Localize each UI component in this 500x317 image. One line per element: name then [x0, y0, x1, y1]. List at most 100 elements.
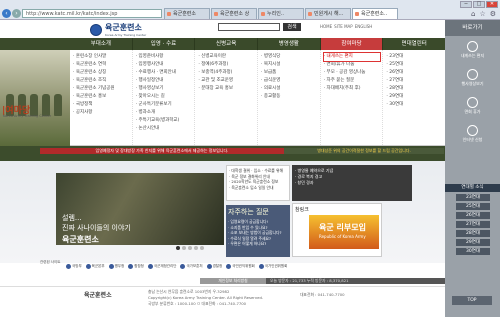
menu-item[interactable]: · 26연대	[386, 69, 443, 77]
menu-item[interactable]: · 병과소개	[136, 109, 193, 117]
menu-item[interactable]: · 병영식당	[261, 53, 318, 61]
quick-item-visit[interactable]: 면회 휴가	[445, 94, 500, 118]
menu-item[interactable]: · 행사영상보기	[136, 85, 193, 93]
regiment-link[interactable]: 29연대	[456, 239, 490, 247]
minimize-button[interactable]: ─	[460, 1, 472, 8]
maximize-button[interactable]: □	[473, 1, 485, 8]
menu-item[interactable]: · 면회/휴가 나눔	[324, 61, 381, 69]
menu-item[interactable]: · 부모 · 공감 영상나눔	[324, 69, 381, 77]
regiment-link[interactable]: 26연대	[456, 212, 490, 220]
forward-button[interactable]: ›	[12, 9, 21, 18]
related-site[interactable]: 국방부	[66, 263, 82, 269]
favorites-star-icon[interactable]: ☆	[479, 10, 485, 18]
menu-item[interactable]: · 분대장 교육 홍보	[198, 85, 255, 93]
menu-item[interactable]: · 자주 묻는 질문	[324, 77, 381, 85]
menu-item[interactable]: · 정예(6주과정)	[198, 61, 255, 69]
related-site[interactable]: 병무청	[108, 263, 124, 269]
menu-item[interactable]: · 보급품	[261, 69, 318, 77]
gnb-training[interactable]: 신병교육	[195, 38, 259, 50]
menu-item[interactable]: · 훈련소장 인사말	[73, 53, 130, 61]
menu-item[interactable]: · 입영행사안내	[136, 61, 193, 69]
menu-item[interactable]: · 찾아오시는 길	[136, 93, 193, 101]
tab-1[interactable]: 육군훈련소	[164, 8, 210, 19]
regiment-link[interactable]: 27연대	[456, 221, 490, 229]
menu-item[interactable]: · 보충역(4주과정)	[198, 69, 255, 77]
english-link[interactable]: ENGLISH	[355, 24, 373, 29]
tab-4[interactable]: 민원게시 해...	[305, 8, 351, 19]
gnb-regiment[interactable]: 면대열린터	[383, 38, 447, 50]
related-site[interactable]: 육군본부	[85, 263, 105, 269]
menu-item[interactable]: · 29연대	[386, 93, 443, 101]
menu-item[interactable]: · 급식운영	[261, 77, 318, 85]
site-logo[interactable]: 육군훈련소 Korea Army Training Center	[90, 22, 146, 37]
slider-dot[interactable]	[200, 246, 204, 250]
menu-item[interactable]: · 25연대	[386, 61, 443, 69]
privacy-policy-link[interactable]: 개인정보 처리방침	[200, 278, 266, 284]
slider-dot[interactable]	[194, 246, 198, 250]
menu-item[interactable]: · 육군훈련소 기념공원	[73, 85, 130, 93]
promo-banner[interactable]: 참링크 육군 리부모입 Republic of Korea Army	[292, 203, 382, 257]
close-button[interactable]: ✕	[486, 1, 498, 8]
related-site[interactable]: 국가인권위원회	[258, 263, 287, 269]
tab-2[interactable]: 육군훈련소 상	[211, 8, 257, 19]
menu-item[interactable]: · 육군훈련소 홍보	[73, 93, 130, 101]
search-button[interactable]: 검색	[283, 23, 301, 31]
menu-item[interactable]: · 28연대	[386, 85, 443, 93]
quick-item-letter[interactable]: 내게쓰는 편지	[445, 38, 500, 62]
menu-item[interactable]: · 27연대	[386, 77, 443, 85]
menu-item[interactable]: · 주특기교육(병과학교)	[136, 117, 193, 125]
related-site[interactable]: 국가보훈처	[180, 263, 203, 269]
notice-item[interactable]: · 대학생 결위 · 입소 · 수료를 위해	[229, 168, 287, 174]
gnb-enlist[interactable]: 입영 · 수료	[133, 38, 196, 50]
menu-item[interactable]: · 육군훈련소 연혁	[73, 61, 130, 69]
menu-item[interactable]: · 30연대	[386, 101, 443, 109]
menu-item[interactable]: · 군사특기분류보기	[136, 101, 193, 109]
gnb-about[interactable]: 부대소개	[70, 38, 133, 50]
menu-item[interactable]: · 공지사항	[73, 109, 130, 117]
home-link[interactable]: HOME	[320, 24, 332, 29]
slider-dot[interactable]	[182, 246, 186, 250]
quick-item-apply[interactable]: 인터넷 신청	[445, 122, 500, 146]
menu-item[interactable]: · 의료시설	[261, 85, 318, 93]
menu-item[interactable]: · 입영준비사항	[136, 53, 193, 61]
address-bar[interactable]: http://www.katc.mil.kr/katc/index.jsp	[22, 9, 162, 18]
quick-item-video[interactable]: 행사영상보기	[445, 66, 500, 90]
menu-item[interactable]: · 논산시안내	[136, 125, 193, 133]
regiment-link[interactable]: 28연대	[456, 230, 490, 238]
sitemap-link[interactable]: SITE MAP	[334, 24, 353, 29]
menu-item[interactable]: · 국방정책	[73, 101, 130, 109]
menu-item[interactable]: · 행사일정안내	[136, 77, 193, 85]
back-button[interactable]: ‹	[2, 9, 11, 18]
gear-icon[interactable]: ⚙	[490, 10, 496, 18]
scroll-top-button[interactable]: TOP	[452, 296, 492, 305]
related-site[interactable]: 국군재정관리단	[147, 263, 176, 269]
notice-item[interactable]: · 2020학년도 육군훈련소 정보	[229, 179, 287, 185]
menu-item[interactable]: · 수료행사 · 면회안내	[136, 69, 193, 77]
tab-active[interactable]: 육군훈련소..	[352, 8, 398, 19]
menu-item[interactable]: · 교관 및 조교운영	[198, 77, 255, 85]
menu-item[interactable]: · 복지시설	[261, 61, 318, 69]
menu-item[interactable]: · 신병교육이란	[198, 53, 255, 61]
slider-dot[interactable]	[176, 246, 180, 250]
menu-item-letter-selected[interactable]: · 내게쓰는 편지	[322, 52, 382, 62]
menu-item[interactable]: · 육군훈련소 상징	[73, 69, 130, 77]
gnb-community[interactable]: 참여마당	[320, 38, 384, 50]
menu-item[interactable]: · 자대배치(주최 후)	[324, 85, 381, 93]
faq-item[interactable]: · 소포 보내는 방법이 궁금합니다?	[228, 230, 288, 236]
regiment-link[interactable]: 23연대	[456, 194, 490, 202]
menu-item[interactable]: · 육군훈련소 조직	[73, 77, 130, 85]
faq-item[interactable]: · 우편은 어떻게 하나요?	[228, 241, 288, 247]
notice-item[interactable]: · 육군훈련소 입소 일일 안내	[229, 185, 287, 191]
side-info-item[interactable]: · 창민 경과	[295, 180, 409, 186]
related-site[interactable]: 경찰청	[206, 263, 222, 269]
slider-dot[interactable]	[188, 246, 192, 250]
search-input[interactable]	[218, 23, 280, 31]
menu-item[interactable]: · 23연대	[386, 53, 443, 61]
tab-3[interactable]: 누리인..	[258, 8, 304, 19]
home-icon[interactable]: ⌂	[471, 10, 475, 18]
regiment-link[interactable]: 30연대	[456, 248, 490, 256]
gnb-barracks[interactable]: 병영생활	[258, 38, 321, 50]
regiment-link[interactable]: 25연대	[456, 203, 490, 211]
menu-item[interactable]: · 종교활동	[261, 93, 318, 101]
related-site[interactable]: 합참청	[128, 263, 144, 269]
